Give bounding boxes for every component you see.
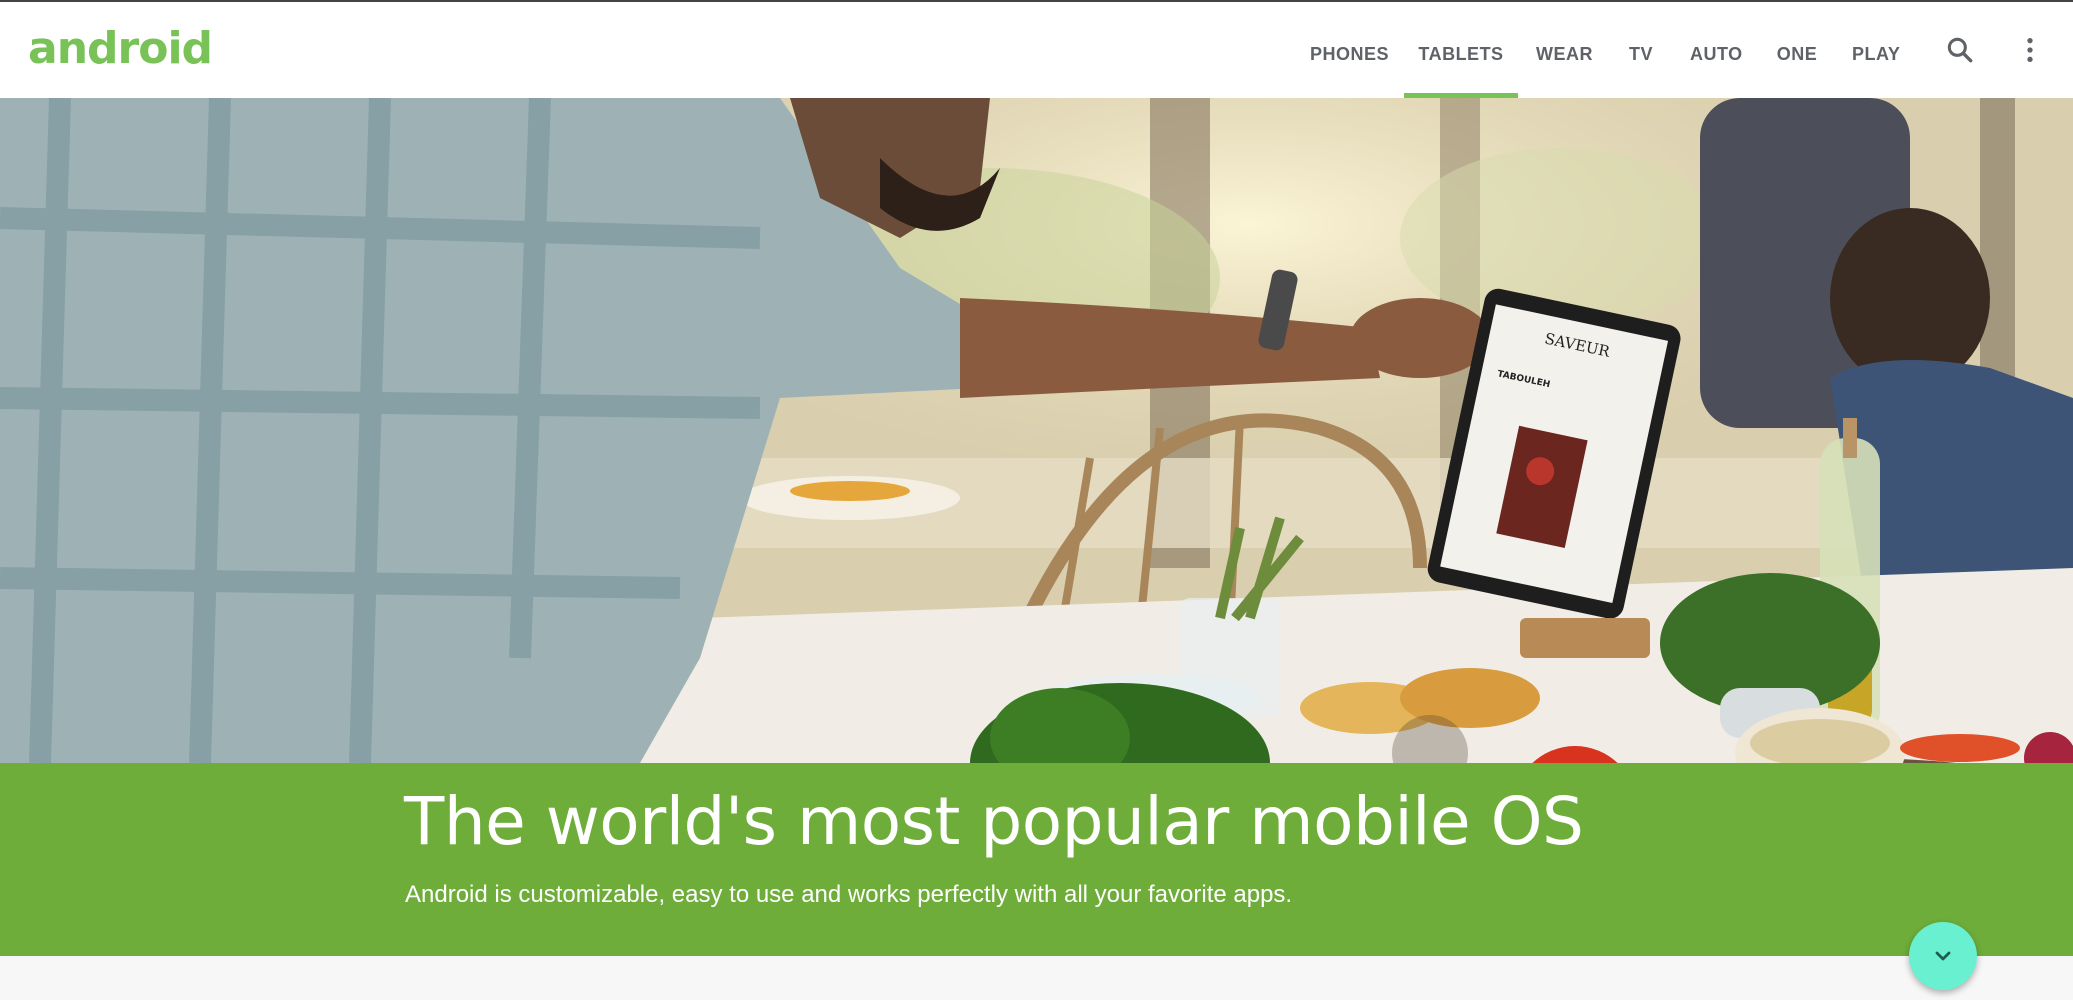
scroll-down-button[interactable]: [1909, 922, 1977, 990]
hero-headline: The world's most popular mobile OS: [404, 783, 1584, 860]
hero-banner: The world's most popular mobile OS Andro…: [0, 763, 2073, 956]
site-header: android PHONES TABLETS WEAR TV AUTO ONE …: [0, 2, 2073, 98]
more-vert-icon[interactable]: [2014, 34, 2046, 66]
nav-one[interactable]: ONE: [1776, 2, 1818, 98]
nav-phones[interactable]: PHONES: [1310, 2, 1389, 98]
nav-wear[interactable]: WEAR: [1536, 2, 1593, 98]
nav-tablets[interactable]: TABLETS: [1404, 2, 1518, 98]
nav-tv[interactable]: TV: [1626, 2, 1656, 98]
hero-subhead: Android is customizable, easy to use and…: [405, 881, 1293, 908]
hero-image: SAVEUR TABOULEH: [0, 98, 2073, 763]
chevron-down-icon: [1935, 951, 1951, 961]
main-nav: PHONES TABLETS WEAR TV AUTO ONE PLAY: [0, 2, 2073, 98]
nav-play[interactable]: PLAY: [1852, 2, 1900, 98]
nav-auto[interactable]: AUTO: [1690, 2, 1742, 98]
search-icon[interactable]: [1944, 34, 1976, 66]
kitchen-scene-illustration: SAVEUR TABOULEH: [0, 98, 2073, 763]
